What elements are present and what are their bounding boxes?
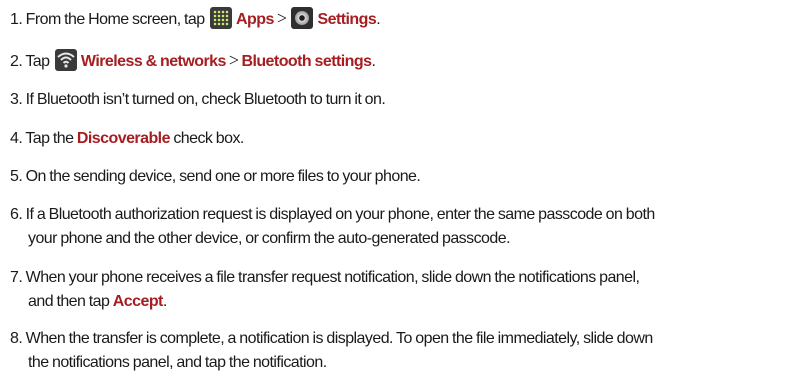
settings-gear-icon: [291, 7, 314, 29]
discoverable-label: Discoverable: [76, 130, 171, 147]
wireless-networks-label: Wireless & networks: [80, 53, 226, 70]
settings-label: Settings: [317, 11, 377, 28]
step-7-line-2: and then tap Accept.: [10, 290, 782, 314]
wifi-signal-icon: [54, 49, 77, 71]
step-2-suffix: .: [371, 53, 376, 70]
accept-label: Accept: [112, 293, 164, 310]
bluetooth-settings-label: Bluetooth settings: [241, 53, 372, 70]
step-7-line-2-prefix: and then tap: [28, 293, 110, 310]
step-7-line-1: 7. When your phone receives a file trans…: [10, 269, 640, 286]
step-2-prefix: 2. Tap: [10, 53, 50, 70]
step-1-prefix: 1. From the Home screen, tap: [10, 11, 205, 28]
step-4-prefix: 4. Tap the: [10, 130, 74, 147]
step-8: 8. When the transfer is complete, a noti…: [10, 327, 782, 375]
step-6-line-1: 6. If a Bluetooth authorization request …: [10, 206, 655, 223]
step-5: 5. On the sending device, send one or mo…: [10, 165, 782, 189]
apps-grid-icon: [210, 7, 233, 29]
step-5-text: 5. On the sending device, send one or mo…: [10, 168, 421, 185]
step-3-text: 3. If Bluetooth isn’t turned on, check B…: [10, 91, 386, 108]
step-8-line-1: 8. When the transfer is complete, a noti…: [10, 330, 653, 347]
separator-arrow: >: [276, 8, 287, 28]
step-3: 3. If Bluetooth isn’t turned on, check B…: [10, 88, 782, 112]
step-6-line-2: your phone and the other device, or conf…: [28, 230, 511, 247]
step-7: 7. When your phone receives a file trans…: [10, 266, 782, 314]
step-6: 6. If a Bluetooth authorization request …: [10, 203, 782, 251]
separator-arrow: >: [228, 50, 239, 70]
step-4-suffix: check box.: [173, 130, 244, 147]
step-8-line-2: the notifications panel, and tap the not…: [28, 354, 327, 371]
step-2: 2. Tap Wireless & networks > Bluetooth set…: [10, 48, 782, 74]
step-7-line-2-suffix: .: [162, 293, 167, 310]
step-1-suffix: .: [376, 11, 381, 28]
step-4: 4. Tap the Discoverable check box.: [10, 127, 782, 151]
apps-label: Apps: [236, 11, 274, 28]
step-1: 1. From the Home screen, tap Apps > Settin…: [10, 6, 782, 32]
instruction-steps: 1. From the Home screen, tap Apps > Settin…: [0, 0, 790, 378]
